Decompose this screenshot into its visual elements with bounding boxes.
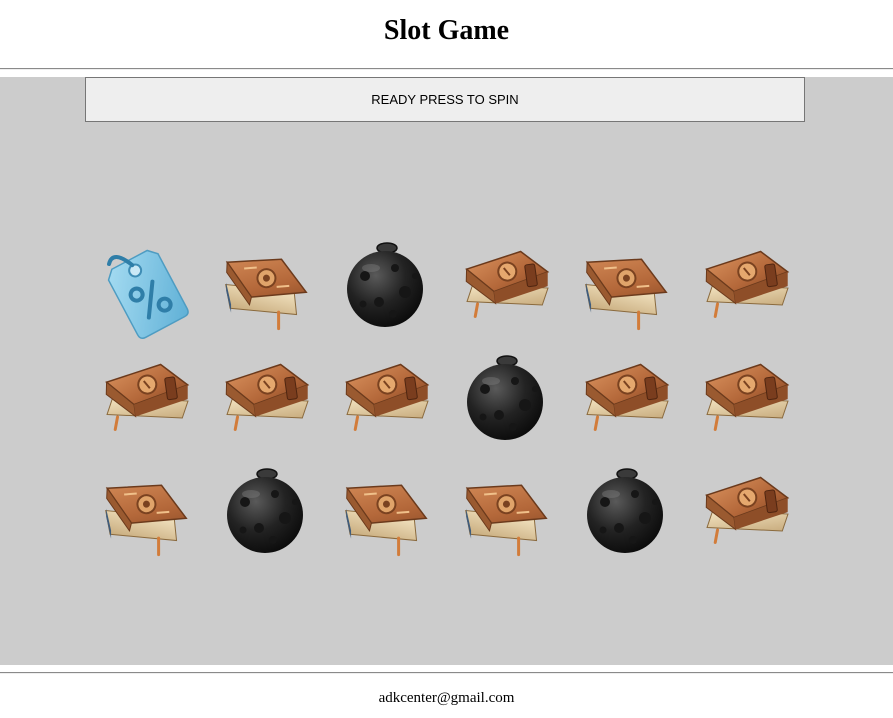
clasp-book-icon	[465, 250, 550, 318]
bomb-icon	[227, 468, 303, 553]
gear-book-icon	[465, 484, 548, 557]
clasp-book-icon	[105, 363, 190, 431]
reel-cell	[565, 229, 685, 342]
gear-book-icon	[105, 484, 188, 557]
reel-cell	[325, 342, 445, 455]
page-title: Slot Game	[383, 15, 510, 46]
reel-cell	[685, 342, 805, 455]
slot-board: READY PRESS TO SPIN	[0, 77, 893, 665]
spin-button[interactable]: READY PRESS TO SPIN	[85, 77, 805, 122]
reel-cell	[685, 229, 805, 342]
clasp-book-icon	[345, 363, 430, 431]
reel-cell	[565, 455, 685, 568]
clasp-book-icon	[705, 363, 790, 431]
gear-book-icon	[585, 258, 668, 331]
clasp-book-icon	[705, 476, 790, 544]
reel-cell	[205, 229, 325, 342]
clasp-book-icon	[585, 363, 670, 431]
reel-cell	[685, 455, 805, 568]
bomb-icon	[467, 355, 543, 440]
reel-cell	[445, 342, 565, 455]
reel-cell	[325, 455, 445, 568]
bomb-icon	[347, 242, 423, 327]
reel-cell	[205, 342, 325, 455]
bomb-icon	[587, 468, 663, 553]
discount-tag-icon	[107, 249, 189, 340]
reel-cell	[445, 455, 565, 568]
reel-cell	[565, 342, 685, 455]
reel-grid	[85, 229, 805, 569]
footer-divider	[0, 672, 893, 674]
reel-cell	[205, 455, 325, 568]
footer-email[interactable]: adkcenter@gmail.com	[0, 688, 893, 708]
reel-cell	[85, 229, 205, 342]
gear-book-icon	[225, 258, 308, 331]
clasp-book-icon	[705, 250, 790, 318]
reel-cell	[325, 229, 445, 342]
header-divider	[0, 68, 893, 70]
clasp-book-icon	[225, 363, 310, 431]
gear-book-icon	[345, 484, 428, 557]
reel-cell	[85, 455, 205, 568]
reel-cell	[85, 342, 205, 455]
reel-cell	[445, 229, 565, 342]
